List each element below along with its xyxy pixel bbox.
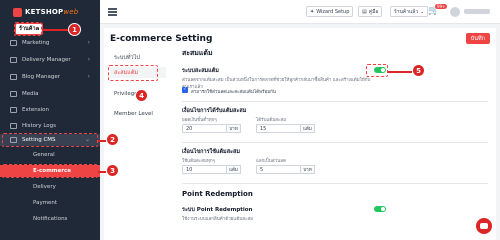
- sidebar-item-marketing[interactable]: Marketing ›: [0, 37, 100, 49]
- chevron-right-icon: ›: [87, 56, 90, 63]
- store-label: ร้านค้าa: [19, 26, 40, 32]
- callout-line: [42, 29, 68, 31]
- sidebar-sub-delivery[interactable]: Delivery: [0, 181, 100, 193]
- wizard-setup-label: Wizard Setup: [316, 8, 350, 15]
- store-button-label: ร้านค้าแล้ว: [394, 8, 419, 15]
- sidebar-sub-payment[interactable]: Payment: [0, 197, 100, 209]
- history-icon: [10, 123, 17, 129]
- redemption-section-title: Point Redemption: [182, 190, 253, 198]
- callout-line: [98, 171, 106, 173]
- truck-icon: [10, 57, 17, 63]
- cart-badge: 99+: [435, 4, 448, 9]
- callout-1: 1: [68, 23, 81, 36]
- use-discount-label: แลกเป็นส่วนลด: [256, 159, 286, 164]
- avatar[interactable]: [450, 7, 460, 17]
- divider: [182, 183, 488, 184]
- page-title: E-commerce Setting: [110, 34, 213, 44]
- use-points-input[interactable]: 10: [182, 165, 227, 174]
- use-conditions-title: เงื่อนไขการใช้แต้มสะสม: [182, 149, 240, 155]
- redemption-description: ใช้งานระบบแลกสินค้าด้วยแต้มสะสม: [182, 217, 254, 222]
- redemption-toggle[interactable]: [374, 206, 386, 212]
- store-button[interactable]: ร้านค้าแล้ว ⌄: [390, 6, 429, 17]
- chevron-down-icon: ⌄: [84, 136, 90, 143]
- points-section-title: สะสมแต้ม: [182, 49, 213, 57]
- earn-points-unit: แต้ม: [301, 124, 315, 133]
- logo[interactable]: KETSHOPweb: [13, 6, 78, 18]
- sidebar-item-label: Delivery Manager: [22, 57, 71, 63]
- sidebar-item-label: Blog Manager: [22, 74, 61, 80]
- blog-icon: [10, 74, 17, 80]
- checkbox-checked[interactable]: ✓: [182, 87, 188, 93]
- chevron-down-icon: ⌄: [420, 8, 425, 15]
- use-discount-unit: บาท: [301, 165, 315, 174]
- wizard-setup-button[interactable]: ✦ Wizard Setup: [306, 6, 354, 17]
- sidebar-item-delivery-manager[interactable]: Delivery Manager ›: [0, 54, 100, 66]
- sidebar-sub-label: Payment: [33, 200, 58, 206]
- tab-general[interactable]: ระบบทั่วไป: [110, 52, 166, 63]
- points-system-label: ระบบสะสมแต้ม: [182, 68, 219, 74]
- earn-points-label: ได้รับแต้มสะสม: [256, 118, 287, 123]
- book-icon: ▤: [362, 8, 367, 15]
- earn-amount-input[interactable]: 20: [182, 124, 227, 133]
- manual-button[interactable]: ▤ คู่มือ: [358, 6, 383, 17]
- use-points-unit: แต้ม: [227, 165, 241, 174]
- callout-line: [388, 71, 412, 73]
- sidebar-item-label: Setting CMS: [22, 137, 56, 143]
- earn-points-input[interactable]: 15: [256, 124, 301, 133]
- callout-5: 5: [412, 64, 425, 77]
- puzzle-icon: [10, 107, 17, 113]
- earn-amount-unit: บาท: [227, 124, 241, 133]
- wand-icon: ✦: [310, 8, 315, 15]
- chevron-right-icon: ›: [87, 39, 90, 46]
- sidebar-item-extension[interactable]: Extension: [0, 104, 100, 116]
- image-icon: [10, 91, 17, 97]
- main-panel: E-commerce Setting บันทึก ระบบทั่วไป สะส…: [104, 28, 496, 240]
- logo-sub: web: [63, 8, 79, 16]
- redemption-system-label: ระบบ Point Redemption: [182, 207, 253, 213]
- sidebar-sub-label: E-commerce: [33, 168, 71, 174]
- use-points-label: ใช้แต้มสะสมทุกๆ: [182, 159, 216, 164]
- chevron-right-icon: ›: [87, 73, 90, 80]
- sidebar-sub-label: General: [33, 152, 55, 158]
- callout-line: [98, 140, 106, 142]
- use-discount-input[interactable]: 5: [256, 165, 301, 174]
- earn-conditions-title: เงื่อนไขการได้รับแต้มสะสม: [182, 108, 247, 114]
- divider: [182, 142, 488, 143]
- sidebar-item-media[interactable]: Media: [0, 88, 100, 100]
- megaphone-icon: [10, 40, 17, 46]
- sidebar-sub-label: Delivery: [33, 184, 56, 190]
- sidebar-item-label: Marketing: [22, 40, 50, 46]
- sidebar-sub-general[interactable]: General: [0, 149, 100, 161]
- topbar: ✦ Wizard Setup ▤ คู่มือ ร้านค้าแล้ว ⌄ 🛒 99+: [100, 0, 500, 24]
- manual-label: คู่มือ: [368, 8, 379, 15]
- sidebar-item-blog-manager[interactable]: Blog Manager ›: [0, 71, 100, 83]
- sidebar-item-label: History Logs: [22, 123, 57, 129]
- gear-icon: [10, 137, 17, 143]
- save-button[interactable]: บันทึก: [465, 33, 490, 44]
- divider: [182, 101, 488, 102]
- sidebar: KETSHOPweb ร้านค้าa Marketing › Delivery…: [0, 0, 100, 240]
- sidebar-item-setting-cms[interactable]: Setting CMS ⌄: [0, 134, 100, 146]
- earn-amount-label: ยอดเงินขั้นต่ำทุกๆ: [182, 118, 217, 123]
- logo-icon: [13, 7, 22, 17]
- store-selector[interactable]: ร้านค้าa: [15, 23, 44, 35]
- tab-member-level[interactable]: Member Level: [110, 108, 166, 119]
- sidebar-item-label: Extension: [22, 107, 50, 113]
- user-name-blurred[interactable]: [464, 9, 490, 14]
- callout-2: 2: [106, 133, 119, 146]
- callout-4: 4: [135, 89, 148, 102]
- hamburger-menu-icon[interactable]: [108, 8, 117, 16]
- sidebar-sub-notifications[interactable]: Notifications: [0, 213, 100, 225]
- sidebar-sub-ecommerce[interactable]: E-commerce: [0, 165, 100, 177]
- chat-bubble-icon[interactable]: [476, 218, 492, 234]
- sidebar-item-label: Media: [22, 91, 39, 97]
- logo-main: KETSHOP: [25, 8, 64, 16]
- points-system-toggle[interactable]: [374, 67, 386, 73]
- callout-3: 3: [106, 164, 119, 177]
- sidebar-sub-label: Notifications: [33, 216, 68, 222]
- tab-points[interactable]: สะสมแต้ม: [110, 67, 166, 78]
- sidebar-item-history-logs[interactable]: History Logs: [0, 120, 100, 132]
- checkbox-label: สามารถใช้ส่วนลดและสะสมแต้มได้พร้อมกัน: [191, 90, 276, 95]
